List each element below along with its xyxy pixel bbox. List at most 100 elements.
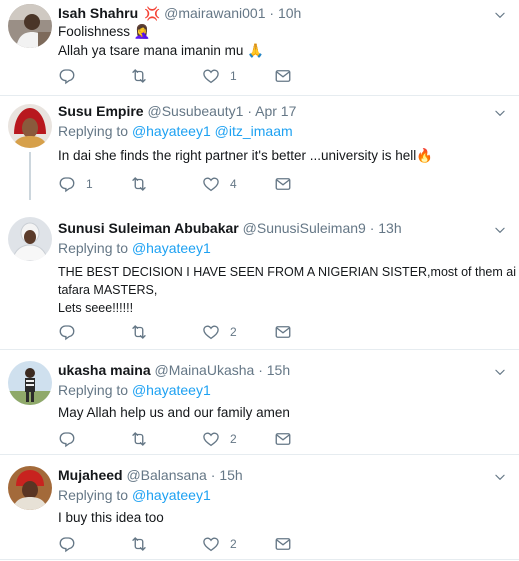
direct-message-button[interactable] [274,429,292,449]
tweet[interactable]: Susu Empire @Susubeauty1 · Apr 17 Replyi… [0,96,519,204]
like-count: 2 [230,432,237,446]
envelope-icon [274,323,292,341]
tweet[interactable]: Isah Shahru 💢 @mairawani001 · 10h Foolis… [0,0,519,96]
tweet-line: THE BEST DECISION I HAVE SEEN FROM A NIG… [58,265,519,279]
username[interactable]: @MainaUkasha [155,362,255,378]
mention-link[interactable]: @hayateey1 [132,123,211,139]
like-count: 4 [230,177,237,191]
chevron-down-icon[interactable] [493,8,507,22]
like-count: 2 [230,325,237,339]
reply-icon [58,430,76,448]
reply-button[interactable] [58,66,86,86]
avatar[interactable] [8,4,52,48]
mention-link[interactable]: @hayateey1 [132,240,211,256]
anger-symbol-icon: 💢 [144,6,161,21]
heart-icon [202,430,220,448]
tweet-header: Susu Empire @Susubeauty1 · Apr 17 [58,102,296,120]
timestamp[interactable]: 13h [378,220,401,236]
username[interactable]: @Susubeauty1 [147,103,243,119]
heart-icon [202,67,220,85]
reply-button[interactable] [58,534,86,554]
direct-message-button[interactable] [274,534,292,554]
reply-icon [58,67,76,85]
mention-link[interactable]: @hayateey1 [132,382,211,398]
display-name[interactable]: ukasha maina [58,362,151,378]
retweet-button[interactable] [130,66,158,86]
heart-icon [202,323,220,341]
like-button[interactable]: 2 [202,322,237,342]
direct-message-button[interactable] [274,66,292,86]
tweet-header: ukasha maina @MainaUkasha · 15h [58,361,290,379]
tweet-line: Allah ya tsare mana imanin mu 🙏 [58,43,264,58]
mention-link[interactable]: @hayateey1 [132,487,211,503]
retweet-icon [130,430,148,448]
chevron-down-icon[interactable] [493,106,507,120]
username[interactable]: @Balansana [126,467,206,483]
tweet-text: In dai she finds the right partner it's … [58,146,508,165]
separator-dot: · [210,467,216,483]
display-name[interactable]: Sunusi Suleiman Abubakar [58,220,239,236]
tweet-header: Isah Shahru 💢 @mairawani001 · 10h [58,4,301,23]
avatar[interactable] [8,466,52,510]
timestamp[interactable]: 10h [278,5,301,21]
tweet-text: Foolishness 🤦‍♀️ Allah ya tsare mana ima… [58,22,508,60]
like-button[interactable]: 2 [202,429,237,449]
like-button[interactable]: 4 [202,174,237,194]
thread-connector [29,152,31,200]
tweet-actions: 2 [58,534,318,554]
like-button[interactable]: 2 [202,534,237,554]
reply-button[interactable] [58,322,86,342]
retweet-icon [130,535,148,553]
display-name[interactable]: Susu Empire [58,103,144,119]
tweet-actions: 2 [58,429,318,449]
retweet-button[interactable] [130,322,158,342]
tweet[interactable]: ukasha maina @MainaUkasha · 15h Replying… [0,351,519,455]
envelope-icon [274,67,292,85]
timestamp[interactable]: Apr 17 [255,103,296,119]
replying-to: Replying to @hayateey1 [58,239,211,257]
replying-to-label: Replying to [58,240,129,256]
retweet-icon [130,67,148,85]
tweet[interactable]: Sunusi Suleiman Abubakar @SunusiSuleiman… [0,205,519,350]
tweet-text: May Allah help us and our family amen [58,403,508,422]
timestamp[interactable]: 15h [219,467,242,483]
separator-dot: · [269,5,275,21]
direct-message-button[interactable] [274,322,292,342]
tweet-header: Sunusi Suleiman Abubakar @SunusiSuleiman… [58,219,402,237]
tweet-text: THE BEST DECISION I HAVE SEEN FROM A NIG… [58,263,519,317]
reply-button[interactable]: 1 [58,174,93,194]
reply-count: 1 [86,177,93,191]
reply-icon [58,175,76,193]
retweet-button[interactable] [130,174,158,194]
tweet-line: tafara MASTERS, [58,283,158,297]
reply-button[interactable] [58,429,86,449]
tweet-actions: 1 [58,66,318,86]
display-name[interactable]: Isah Shahru [58,5,138,21]
avatar[interactable] [8,217,52,261]
tweet[interactable]: Mujaheed @Balansana · 15h Replying to @h… [0,456,519,560]
chevron-down-icon[interactable] [493,470,507,484]
username[interactable]: @SunusiSuleiman9 [243,220,366,236]
username[interactable]: @mairawani001 [164,5,265,21]
replying-to: Replying to @hayateey1 @itz_imaam [58,122,293,140]
retweet-icon [130,323,148,341]
retweet-button[interactable] [130,429,158,449]
display-name[interactable]: Mujaheed [58,467,123,483]
separator-dot: · [258,362,263,378]
direct-message-button[interactable] [274,174,292,194]
tweet-header: Mujaheed @Balansana · 15h [58,466,243,484]
like-button[interactable]: 1 [202,66,237,86]
chevron-down-icon[interactable] [493,365,507,379]
avatar[interactable] [8,361,52,405]
timestamp[interactable]: 15h [267,362,290,378]
envelope-icon [274,535,292,553]
replying-to-label: Replying to [58,487,129,503]
chevron-down-icon[interactable] [493,223,507,237]
tweet-line: Foolishness 🤦‍♀️ [58,24,151,39]
tweet-line: Lets seee!!!!!! [58,301,134,315]
like-count: 1 [230,69,237,83]
retweet-button[interactable] [130,534,158,554]
tweet-line: In dai she finds the right partner it's … [58,148,434,163]
avatar[interactable] [8,104,52,148]
mention-link[interactable]: @itz_imaam [215,123,293,139]
